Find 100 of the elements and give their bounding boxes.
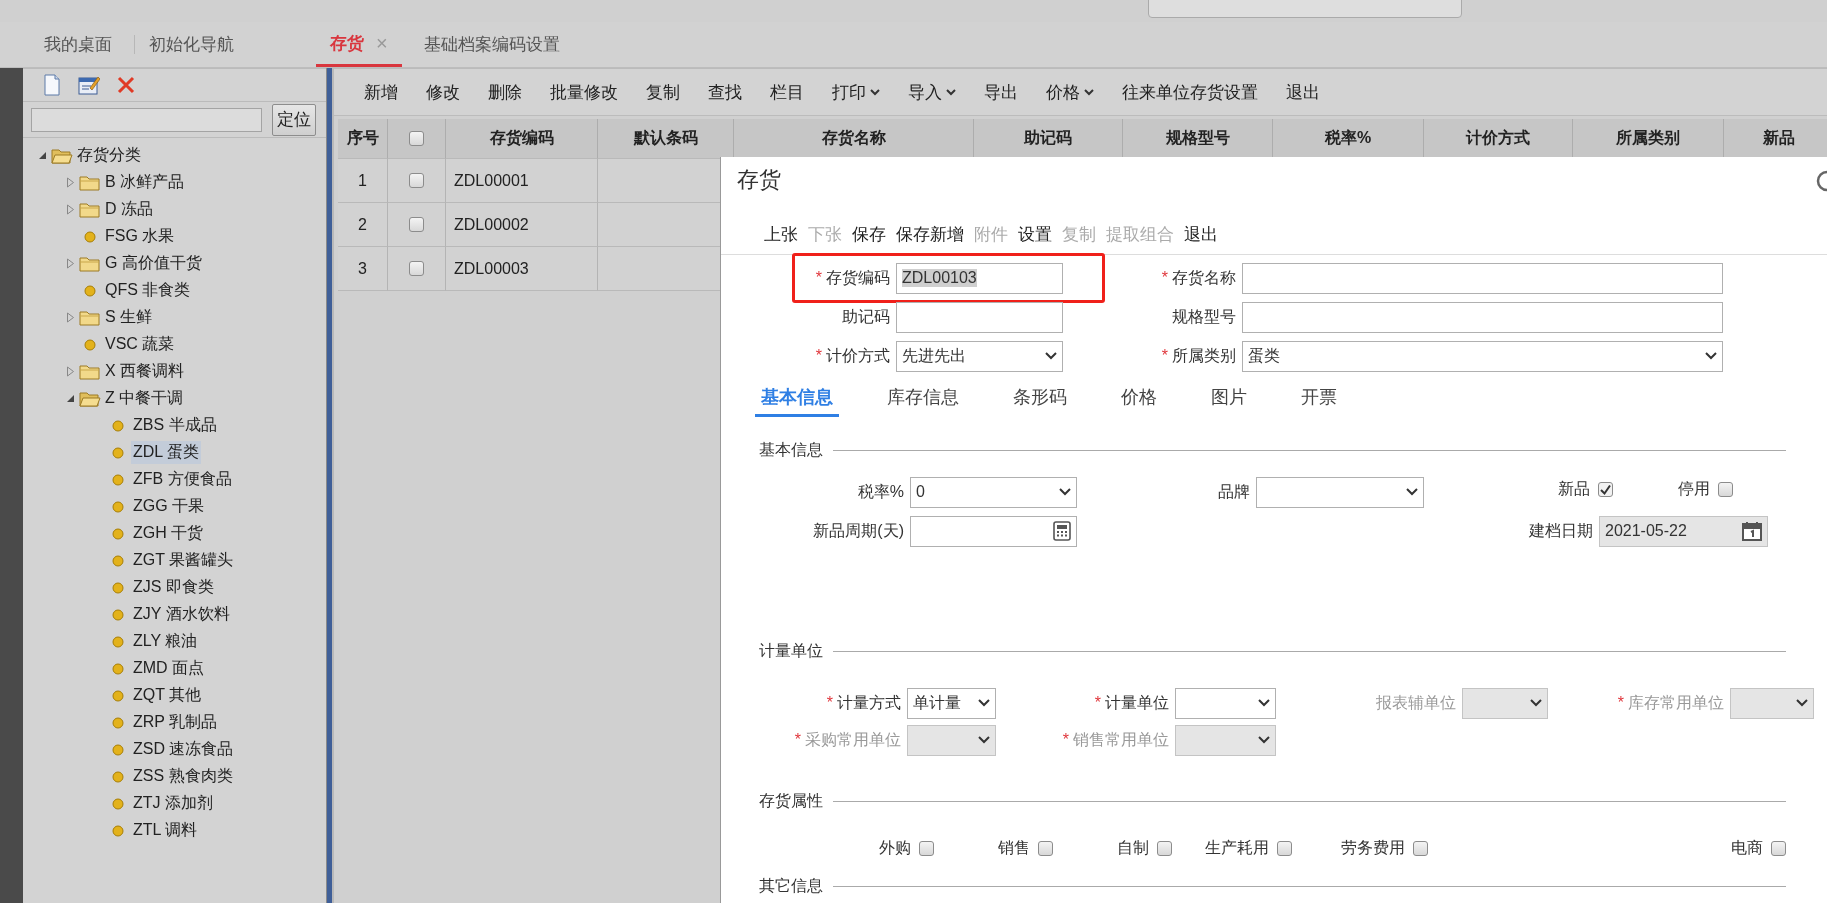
checkbox[interactable] (1718, 481, 1733, 497)
tree-item[interactable]: VSC 蔬菜 (103, 333, 177, 356)
dropdown[interactable]: 单计量 (907, 687, 996, 719)
toolbar-button[interactable]: 打印 (822, 76, 890, 108)
tree-item[interactable]: ZJY 酒水饮料 (131, 603, 232, 626)
tab[interactable]: 图片 (1205, 379, 1253, 417)
tab[interactable]: 我的桌面 (30, 22, 126, 67)
toolbar-button[interactable]: 新增 (354, 76, 408, 108)
search-field[interactable] (31, 107, 262, 132)
toolbar-button[interactable]: 退出 (1179, 223, 1223, 246)
expanded-arrow-icon[interactable] (66, 394, 75, 403)
collapsed-arrow-icon[interactable] (66, 204, 75, 215)
checkbox[interactable] (1277, 840, 1292, 856)
tab[interactable]: 条形码 (1007, 379, 1073, 417)
column-header[interactable]: 所属类别 (1573, 119, 1724, 159)
delete-icon[interactable] (117, 76, 135, 94)
column-header[interactable]: 存货名称 (734, 119, 974, 159)
date-field[interactable]: 2021-05-22 (1599, 515, 1768, 547)
text-field[interactable] (910, 515, 1077, 547)
checkbox[interactable] (1771, 840, 1786, 856)
toolbar-button[interactable]: 退出 (1276, 76, 1330, 108)
dropdown[interactable]: 先进先出 (896, 340, 1063, 372)
column-header[interactable]: 计价方式 (1424, 119, 1573, 159)
tree-item[interactable]: D 冻品 (103, 198, 155, 221)
checkbox[interactable] (1413, 840, 1428, 856)
collapsed-arrow-icon[interactable] (66, 177, 75, 188)
toolbar-button[interactable]: 栏目 (760, 76, 814, 108)
tab[interactable]: 基础档案编码设置 (409, 22, 574, 67)
tree-item[interactable]: ZSS 熟食肉类 (131, 765, 235, 788)
text-field[interactable] (896, 301, 1063, 333)
toolbar-button[interactable]: 批量修改 (540, 76, 628, 108)
toolbar-button[interactable]: 复制 (636, 76, 690, 108)
tree-item[interactable]: FSG 水果 (103, 225, 177, 248)
tree-item[interactable]: ZDL 蛋类 (131, 441, 202, 464)
tree-item[interactable]: G 高价值干货 (103, 252, 204, 275)
tree-item[interactable]: ZQT 其他 (131, 684, 204, 707)
column-header[interactable]: 新品 (1724, 119, 1827, 159)
checkbox[interactable] (409, 261, 424, 276)
tree-item[interactable]: ZTJ 添加剂 (131, 792, 215, 815)
tree-item[interactable]: ZSD 速冻食品 (131, 738, 236, 761)
toolbar-button[interactable]: 导出 (974, 76, 1028, 108)
tree-item[interactable]: ZJS 即食类 (131, 576, 216, 599)
tree-item[interactable]: QFS 非食类 (103, 279, 193, 302)
tab[interactable]: 开票 (1295, 379, 1343, 417)
collapsed-arrow-icon[interactable] (66, 258, 75, 269)
toolbar-button[interactable]: 保存 (847, 223, 891, 246)
column-header[interactable]: 税率% (1273, 119, 1424, 159)
dropdown[interactable]: 蛋类 (1242, 340, 1723, 372)
tab[interactable]: 价格 (1115, 379, 1163, 417)
checkbox[interactable] (409, 173, 424, 188)
splitter[interactable] (326, 68, 334, 903)
toolbar-button[interactable]: 保存新增 (891, 223, 969, 246)
checkbox[interactable] (409, 131, 424, 146)
tab[interactable]: 初始化导航 (135, 22, 248, 67)
checkbox[interactable] (1598, 481, 1613, 497)
column-header[interactable]: 存货编码 (446, 119, 598, 159)
toolbar-button[interactable]: 价格 (1036, 76, 1104, 108)
edit-icon[interactable] (78, 75, 100, 95)
tree-item[interactable]: ZBS 半成品 (131, 414, 219, 437)
toolbar-button[interactable]: 设置 (1013, 223, 1057, 246)
dropdown[interactable]: 0 (910, 476, 1077, 508)
dropdown[interactable] (1175, 687, 1276, 719)
toolbar-button[interactable]: 修改 (416, 76, 470, 108)
tree-item[interactable]: ZFB 方便食品 (131, 468, 234, 491)
calendar-icon[interactable] (1742, 521, 1762, 541)
tree-item[interactable]: ZMD 面点 (131, 657, 207, 680)
checkbox[interactable] (1157, 840, 1172, 856)
collapsed-arrow-icon[interactable] (66, 366, 75, 377)
tree-item[interactable]: 存货分类 (75, 144, 143, 167)
toolbar-button[interactable]: 往来单位存货设置 (1112, 76, 1268, 108)
toolbar-button[interactable]: 删除 (478, 76, 532, 108)
tab[interactable]: 库存信息 (881, 379, 965, 417)
locate-button[interactable]: 定位 (272, 103, 316, 136)
dropdown[interactable] (1256, 476, 1424, 508)
text-field[interactable] (1242, 262, 1723, 294)
checkbox[interactable] (409, 217, 424, 232)
text-field[interactable]: ZDL00103 (896, 262, 1063, 294)
tree-item[interactable]: ZLY 粮油 (131, 630, 200, 653)
tree-item[interactable]: ZGH 干货 (131, 522, 206, 545)
tree-item[interactable]: Z 中餐干调 (103, 387, 186, 410)
tree-item[interactable]: ZGT 果酱罐头 (131, 549, 236, 572)
tree-item[interactable]: ZRP 乳制品 (131, 711, 220, 734)
tab[interactable]: 基本信息 (755, 379, 839, 417)
document-icon[interactable] (43, 74, 61, 96)
tree-item[interactable]: B 冰鲜产品 (103, 171, 187, 194)
tree-item[interactable]: ZTL 调料 (131, 819, 200, 842)
calculator-icon[interactable] (1053, 521, 1071, 541)
tree-item[interactable]: S 生鲜 (103, 306, 155, 329)
checkbox[interactable] (1038, 840, 1053, 856)
toolbar-button[interactable]: 查找 (698, 76, 752, 108)
column-header[interactable]: 规格型号 (1123, 119, 1273, 159)
expanded-arrow-icon[interactable] (38, 151, 47, 160)
toolbar-button[interactable]: 导入 (898, 76, 966, 108)
text-field[interactable] (1242, 301, 1723, 333)
collapsed-arrow-icon[interactable] (66, 312, 75, 323)
tree-item[interactable]: ZGG 干果 (131, 495, 207, 518)
toolbar-button[interactable]: 上张 (759, 223, 803, 246)
column-header[interactable]: 默认条码 (598, 119, 734, 159)
tree-item[interactable]: X 西餐调料 (103, 360, 187, 383)
column-header[interactable]: 助记码 (974, 119, 1123, 159)
